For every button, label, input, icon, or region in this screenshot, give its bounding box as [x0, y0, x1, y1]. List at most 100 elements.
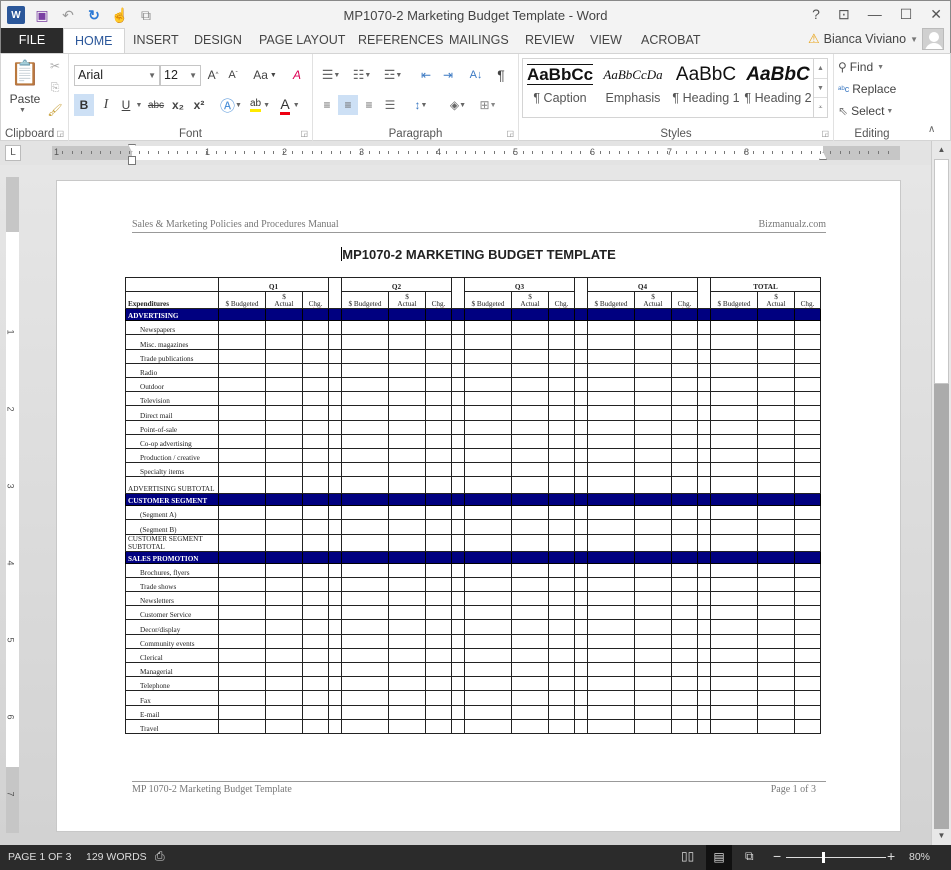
- value-cell[interactable]: [697, 605, 711, 621]
- value-cell[interactable]: [757, 605, 795, 621]
- style-heading-1[interactable]: AaBbC ¶ Heading 1: [671, 59, 741, 117]
- value-cell[interactable]: [302, 505, 329, 521]
- value-cell[interactable]: [757, 576, 795, 593]
- zoom-out-button[interactable]: −: [773, 848, 781, 864]
- replace-button[interactable]: ᵃᵇc Replace: [838, 79, 896, 99]
- value-cell[interactable]: [302, 433, 329, 449]
- value-cell[interactable]: [587, 647, 635, 663]
- value-cell[interactable]: [574, 690, 588, 706]
- value-cell[interactable]: [265, 433, 303, 449]
- value-cell[interactable]: [511, 505, 549, 521]
- value-cell[interactable]: [634, 362, 672, 378]
- underline-dropdown-icon[interactable]: ▼: [135, 94, 143, 116]
- value-cell[interactable]: [265, 462, 303, 478]
- value-cell[interactable]: [328, 348, 342, 364]
- value-cell[interactable]: [218, 348, 266, 364]
- format-painter-icon[interactable]: 🖌: [47, 102, 63, 118]
- value-cell[interactable]: [671, 619, 698, 635]
- value-cell[interactable]: [451, 704, 465, 720]
- value-cell[interactable]: [451, 576, 465, 593]
- value-cell[interactable]: [464, 690, 512, 706]
- value-cell[interactable]: [341, 676, 389, 692]
- value-cell[interactable]: [451, 590, 465, 607]
- value-cell[interactable]: [794, 676, 821, 692]
- print-layout-icon[interactable]: ▤: [706, 845, 732, 870]
- value-cell[interactable]: [574, 704, 588, 720]
- value-cell[interactable]: [757, 447, 795, 464]
- value-cell[interactable]: [794, 419, 821, 435]
- value-cell[interactable]: [697, 633, 711, 649]
- value-cell[interactable]: [634, 405, 672, 421]
- value-cell[interactable]: [587, 405, 635, 421]
- value-cell[interactable]: [265, 447, 303, 464]
- value-cell[interactable]: [511, 476, 549, 495]
- value-cell[interactable]: [388, 505, 426, 521]
- value-cell[interactable]: [388, 447, 426, 464]
- value-cell[interactable]: [710, 704, 758, 720]
- value-cell[interactable]: [710, 376, 758, 393]
- value-cell[interactable]: [587, 562, 635, 578]
- value-cell[interactable]: [451, 376, 465, 393]
- clear-formatting-icon[interactable]: A: [288, 66, 306, 84]
- value-cell[interactable]: [425, 619, 452, 635]
- value-cell[interactable]: [511, 376, 549, 393]
- value-cell[interactable]: [634, 590, 672, 607]
- value-cell[interactable]: [302, 376, 329, 393]
- shading-icon[interactable]: ◈ ▼: [445, 95, 471, 115]
- decrease-indent-icon[interactable]: ⇤: [417, 66, 435, 84]
- value-cell[interactable]: [464, 704, 512, 720]
- value-cell[interactable]: [548, 348, 575, 364]
- value-cell[interactable]: [587, 590, 635, 607]
- value-cell[interactable]: [388, 519, 426, 535]
- value-cell[interactable]: [697, 647, 711, 663]
- value-cell[interactable]: [671, 419, 698, 435]
- value-cell[interactable]: [548, 661, 575, 678]
- value-cell[interactable]: [302, 633, 329, 649]
- value-cell[interactable]: [464, 576, 512, 593]
- value-cell[interactable]: [634, 605, 672, 621]
- value-cell[interactable]: [511, 704, 549, 720]
- value-cell[interactable]: [634, 576, 672, 593]
- value-cell[interactable]: [587, 676, 635, 692]
- value-cell[interactable]: [341, 661, 389, 678]
- zoom-level[interactable]: 80%: [909, 851, 930, 863]
- value-cell[interactable]: [341, 590, 389, 607]
- value-cell[interactable]: [464, 519, 512, 535]
- value-cell[interactable]: [710, 590, 758, 607]
- value-cell[interactable]: [451, 348, 465, 364]
- value-cell[interactable]: [511, 348, 549, 364]
- multilevel-list-icon[interactable]: ☲ ▼: [380, 66, 406, 84]
- value-cell[interactable]: [464, 718, 512, 734]
- value-cell[interactable]: [218, 391, 266, 407]
- value-cell[interactable]: [464, 462, 512, 478]
- value-cell[interactable]: [265, 476, 303, 495]
- value-cell[interactable]: [328, 362, 342, 378]
- value-cell[interactable]: [511, 405, 549, 421]
- value-cell[interactable]: [671, 320, 698, 336]
- value-cell[interactable]: [388, 676, 426, 692]
- value-cell[interactable]: [341, 619, 389, 635]
- value-cell[interactable]: [218, 376, 266, 393]
- value-cell[interactable]: [574, 505, 588, 521]
- value-cell[interactable]: [464, 633, 512, 649]
- value-cell[interactable]: [341, 320, 389, 336]
- value-cell[interactable]: [388, 476, 426, 495]
- value-cell[interactable]: [451, 619, 465, 635]
- value-cell[interactable]: [634, 704, 672, 720]
- subscript-button[interactable]: x₂: [169, 94, 187, 116]
- value-cell[interactable]: [574, 476, 588, 495]
- read-mode-icon[interactable]: ▯▯: [681, 849, 694, 863]
- value-cell[interactable]: [388, 320, 426, 336]
- value-cell[interactable]: [451, 334, 465, 350]
- value-cell[interactable]: [757, 533, 795, 552]
- value-cell[interactable]: [328, 633, 342, 649]
- value-cell[interactable]: [548, 391, 575, 407]
- value-cell[interactable]: [328, 334, 342, 350]
- value-cell[interactable]: [634, 476, 672, 495]
- value-cell[interactable]: [451, 362, 465, 378]
- value-cell[interactable]: [265, 419, 303, 435]
- value-cell[interactable]: [587, 476, 635, 495]
- value-cell[interactable]: [341, 562, 389, 578]
- value-cell[interactable]: [302, 334, 329, 350]
- value-cell[interactable]: [451, 462, 465, 478]
